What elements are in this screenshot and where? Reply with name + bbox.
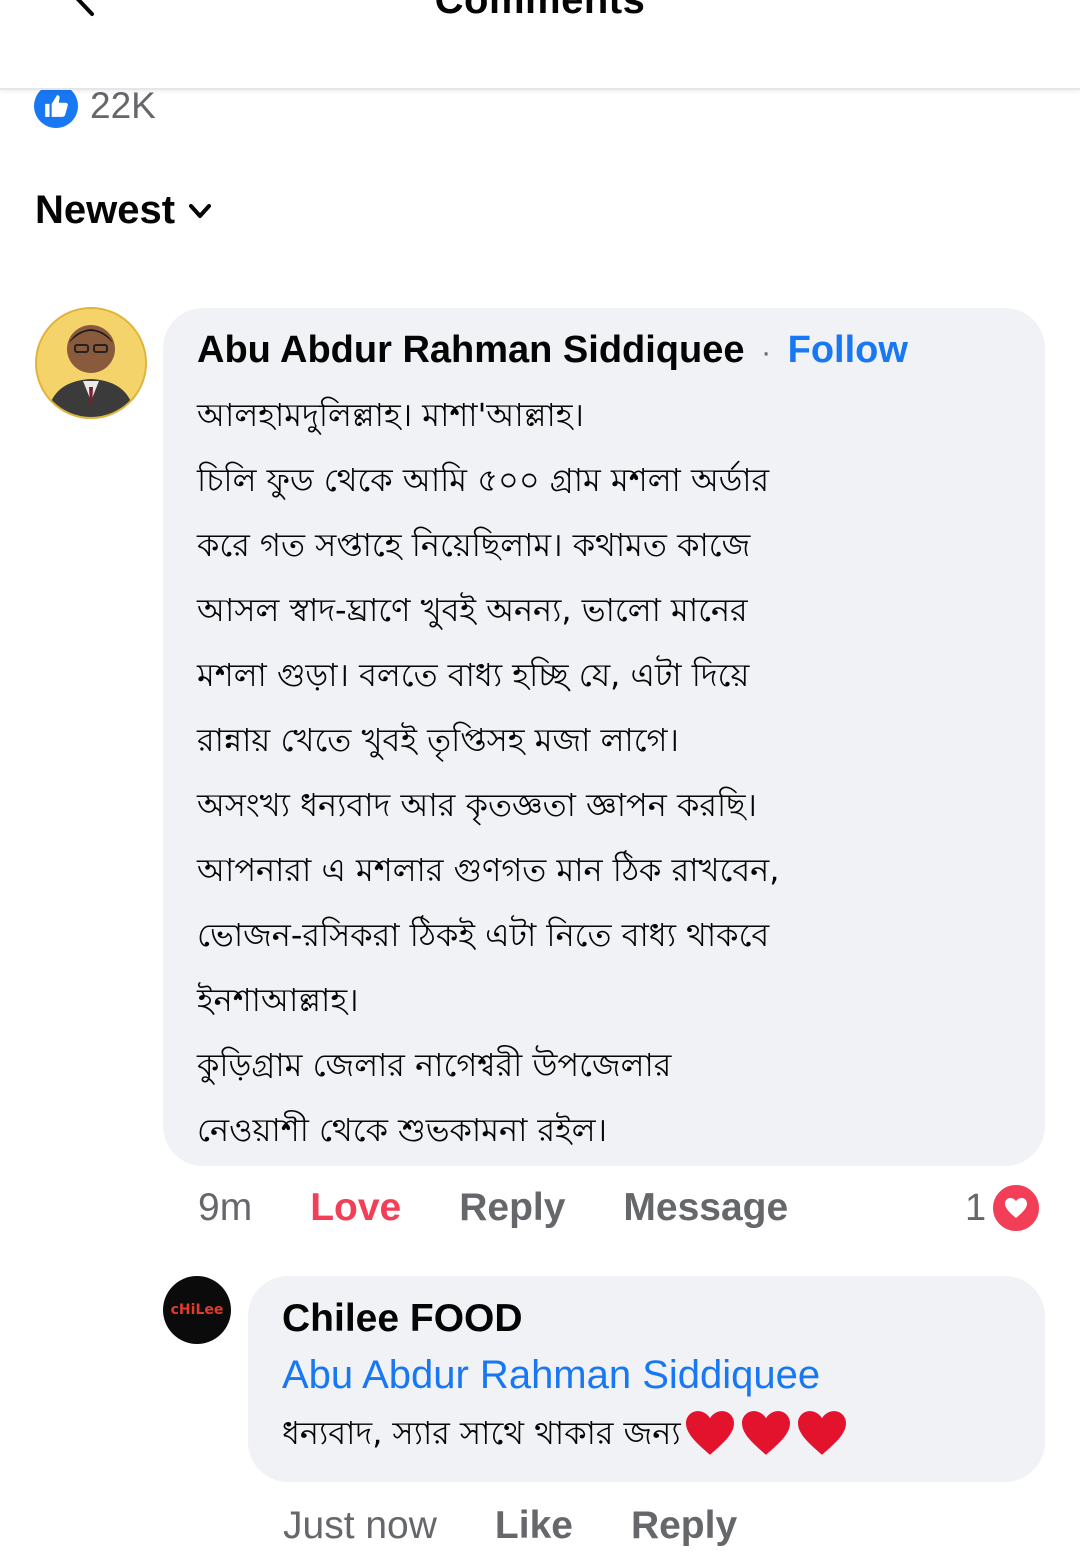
page-title: Comments <box>434 0 646 22</box>
reply-text-row: ধন্যবাদ, স্যার সাথে থাকার জন্য <box>282 1404 1013 1462</box>
reaction-count: 22K <box>90 85 156 126</box>
comment-author[interactable]: Abu Abdur Rahman Siddiquee <box>197 329 745 371</box>
comment-header: Abu Abdur Rahman Siddiquee · Follow <box>197 328 1015 375</box>
reply-actions: Just now Like Reply <box>283 1498 737 1554</box>
chevron-down-icon <box>189 203 212 218</box>
comment-line: অসংখ্য ধন্যবাদ আর কৃতজ্ঞতা জ্ঞাপন করছি। <box>197 786 757 824</box>
reply-text: ধন্যবাদ, স্যার সাথে থাকার জন্য <box>282 1414 681 1452</box>
mention-link[interactable]: Abu Abdur Rahman Siddiquee <box>282 1346 1013 1404</box>
comment-line: চিলি ফুড থেকে আমি ৫০০ গ্রাম মশলা অর্ডার <box>197 461 770 499</box>
reply-author[interactable]: Chilee FOOD <box>282 1294 1013 1344</box>
reply-time[interactable]: Just now <box>283 1504 437 1548</box>
comment-line: মশলা গুড়া। বলতে বাধ্য হচ্ছি যে, এটা দিয… <box>197 656 750 694</box>
like-icon <box>34 84 78 128</box>
comment-line: ভোজন-রসিকরা ঠিকই এটা নিতে বাধ্য থাকবে <box>197 916 770 954</box>
separator: · <box>761 336 772 369</box>
logo-text: cHiLee <box>170 1302 224 1318</box>
like-button[interactable]: Like <box>495 1504 573 1548</box>
comment-line: নেওয়াশী থেকে শুভকামনা রইল। <box>197 1111 608 1149</box>
comment-line: করে গত সপ্তাহে নিয়েছিলাম। কথামত কাজে <box>197 526 751 564</box>
top-bar: Comments <box>0 0 1080 90</box>
comment-line: কুড়িগ্রাম জেলার নাগেশ্বরী উপজেলার <box>197 1046 672 1084</box>
heart-icon <box>990 1182 1043 1234</box>
comment-line: ইনশাআল্লাহ। <box>197 981 359 1019</box>
reply-bubble[interactable]: Chilee FOOD Abu Abdur Rahman Siddiquee ধ… <box>248 1276 1045 1482</box>
comment-line: রান্নায় খেতে খুবই তৃপ্তিসহ মজা লাগে। <box>197 721 679 759</box>
heart-emojis <box>683 1409 851 1457</box>
message-button[interactable]: Message <box>623 1186 788 1230</box>
comment-line: আসল স্বাদ-ঘ্রাণে খুবই অনন্য, ভালো মানের <box>197 591 748 629</box>
avatar[interactable] <box>35 307 147 419</box>
comment-actions: 9m Love Reply Message <box>198 1180 788 1236</box>
comment-reaction-summary[interactable]: 1 <box>965 1180 1043 1236</box>
page-avatar[interactable]: cHiLee <box>163 1276 231 1344</box>
reply-reply-button[interactable]: Reply <box>631 1504 737 1548</box>
sort-label: Newest <box>35 188 176 232</box>
comment-text: আলহামদুলিল্লাহ। মাশা'আল্লাহ। চিলি ফুড থে… <box>197 383 1015 1163</box>
red-heart-icon <box>741 1411 790 1455</box>
comment-bubble[interactable]: Abu Abdur Rahman Siddiquee · Follow আলহা… <box>163 308 1045 1166</box>
red-heart-icon <box>797 1411 846 1455</box>
comment-line: আলহামদুলিল্লাহ। মাশা'আল্লাহ। <box>197 396 584 434</box>
comment-time[interactable]: 9m <box>198 1186 252 1230</box>
love-button[interactable]: Love <box>310 1186 401 1230</box>
comment-line: আপনারা এ মশলার গুণগত মান ঠিক রাখবেন, <box>197 851 780 889</box>
sort-dropdown[interactable]: Newest <box>35 188 213 233</box>
reply-button[interactable]: Reply <box>459 1186 565 1230</box>
comment-reaction-count: 1 <box>965 1186 987 1229</box>
red-heart-icon <box>685 1411 734 1455</box>
profile-photo <box>37 309 145 417</box>
follow-button[interactable]: Follow <box>788 329 908 371</box>
